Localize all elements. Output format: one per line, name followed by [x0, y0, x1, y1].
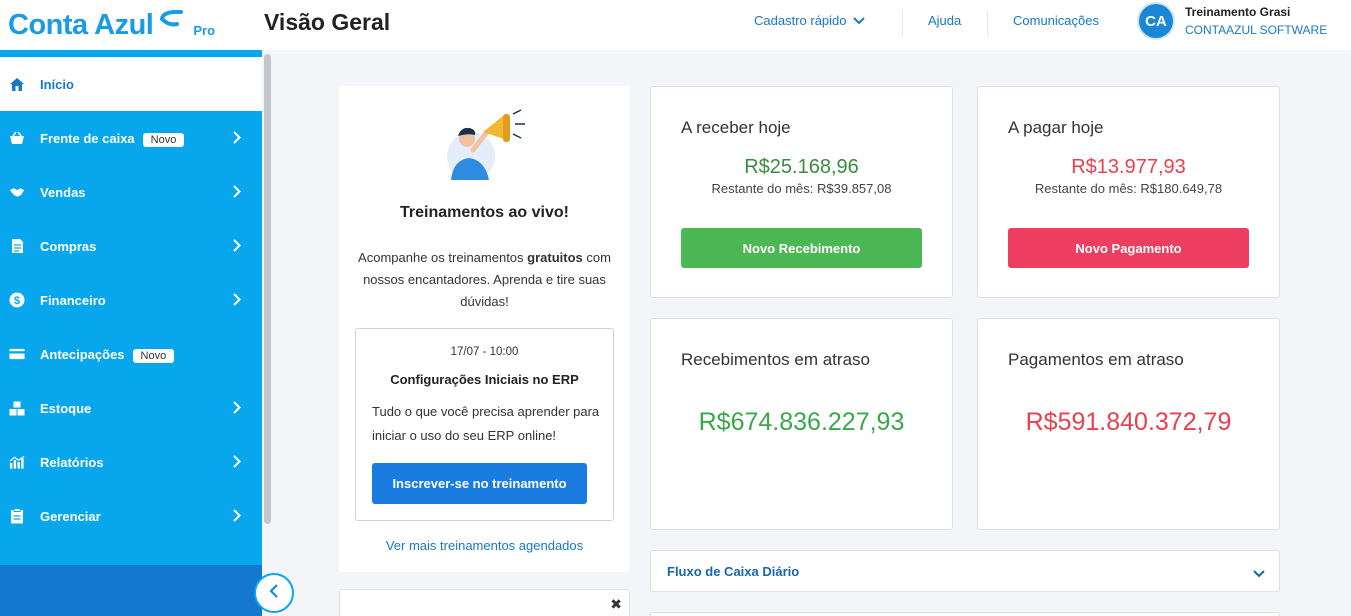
chevron-right-icon — [233, 131, 241, 147]
handshake-icon — [9, 184, 25, 200]
document-icon — [9, 238, 25, 254]
sidebar-item-label: Gerenciar — [40, 508, 101, 524]
sidebar-item-financeiro[interactable]: $ Financeiro — [0, 273, 262, 327]
new-badge: Novo — [132, 348, 175, 363]
subscribe-training-button[interactable]: Inscrever-se no treinamento — [372, 463, 587, 504]
late-payments-card[interactable]: Pagamentos em atraso R$591.840.372,79 — [977, 318, 1280, 530]
event-description: Tudo o que você precisa aprender para in… — [372, 404, 600, 443]
sidebar-item-label: Vendas — [40, 184, 86, 200]
user-name[interactable]: Treinamento Grasi — [1185, 5, 1290, 19]
quick-register-label: Cadastro rápido — [754, 13, 847, 28]
chevron-left-icon — [269, 583, 279, 603]
quick-register-menu[interactable]: Cadastro rápido — [754, 13, 865, 28]
pay-today-amount: R$13.977,93 — [1071, 156, 1186, 178]
training-card: Treinamentos ao vivo! Acompanhe os trein… — [339, 86, 630, 572]
late-receipts-amount: R$674.836.227,93 — [698, 408, 905, 436]
page-title: Visão Geral — [264, 9, 391, 35]
more-trainings-link[interactable]: Ver mais treinamentos agendados — [339, 538, 630, 553]
sidebar-item-label: Relatórios — [40, 454, 104, 470]
sidebar-item-estoque[interactable]: Estoque — [0, 381, 262, 435]
training-event: 17/07 - 10:00 Configurações Iniciais no … — [355, 328, 614, 521]
megaphone-person-icon — [443, 104, 527, 185]
communications-link[interactable]: Comunicações — [1013, 13, 1099, 28]
top-header: Conta Azul Pro Visão Geral Cadastro rápi… — [0, 0, 1351, 50]
header-divider — [902, 10, 903, 36]
avatar[interactable]: CA — [1139, 4, 1173, 38]
sidebar-item-label: Financeiro — [40, 292, 106, 308]
new-badge: Novo — [142, 132, 185, 147]
receive-today-amount: R$25.168,96 — [744, 156, 859, 178]
training-title: Treinamentos ao vivo! — [400, 204, 569, 221]
event-date: 17/07 - 10:00 — [450, 346, 519, 358]
sidebar: Início Frente de caixa Novo Vendas Compra… — [0, 50, 262, 616]
svg-text:$: $ — [14, 295, 20, 307]
cashflow-panel[interactable]: Fluxo de Caixa Diário — [650, 550, 1280, 592]
brand-logo[interactable]: Conta Azul Pro — [8, 4, 215, 42]
sidebar-item-text: Antecipações — [40, 346, 125, 362]
chevron-right-icon — [233, 455, 241, 471]
sidebar-item-relatorios[interactable]: Relatórios — [0, 435, 262, 489]
sidebar-item-compras[interactable]: Compras — [0, 219, 262, 273]
sidebar-top-bar — [0, 50, 262, 57]
clipboard-icon — [9, 508, 25, 524]
late-receipts-card[interactable]: Recebimentos em atraso R$674.836.227,93 — [650, 318, 953, 530]
sidebar-item-label: Antecipações Novo — [40, 346, 175, 363]
receive-today-card: A receber hoje R$25.168,96 Restante do m… — [650, 86, 953, 298]
brand-mark-icon — [159, 9, 184, 33]
chevron-right-icon — [233, 509, 241, 525]
event-title: Configurações Iniciais no ERP — [390, 372, 579, 387]
sidebar-item-antecipacoes[interactable]: Antecipações Novo — [0, 327, 262, 381]
cashflow-title: Fluxo de Caixa Diário — [667, 564, 800, 579]
chevron-right-icon — [233, 401, 241, 417]
chevron-right-icon — [233, 185, 241, 201]
late-receipts-title: Recebimentos em atraso — [681, 350, 870, 369]
late-payments-title: Pagamentos em atraso — [1008, 350, 1184, 369]
chevron-right-icon — [233, 293, 241, 309]
chevron-right-icon — [233, 239, 241, 255]
collapse-sidebar-button[interactable] — [254, 573, 294, 613]
sidebar-item-inicio[interactable]: Início — [0, 57, 262, 111]
chevron-down-icon — [852, 13, 865, 28]
pay-today-card: A pagar hoje R$13.977,93 Restante do mês… — [977, 86, 1280, 298]
training-description-bold: gratuitos — [527, 250, 583, 265]
sidebar-footer — [0, 565, 262, 616]
next-panel — [650, 612, 1280, 616]
sidebar-item-text: Frente de caixa — [40, 130, 135, 146]
pay-month-remaining: Restante do mês: R$180.649,78 — [1034, 181, 1223, 196]
home-icon — [9, 76, 25, 92]
new-payment-button[interactable]: Novo Pagamento — [1008, 228, 1249, 268]
user-company[interactable]: CONTAAZUL SOFTWARE — [1185, 23, 1327, 37]
help-link[interactable]: Ajuda — [928, 13, 961, 28]
sidebar-item-label: Estoque — [40, 400, 92, 416]
header-divider — [987, 10, 988, 36]
sidebar-item-label: Frente de caixa Novo — [40, 130, 185, 147]
boxes-icon — [9, 400, 25, 416]
new-receipt-button[interactable]: Novo Recebimento — [681, 228, 922, 268]
close-icon[interactable]: ✖ — [610, 596, 622, 613]
training-description-start: Acompanhe os treinamentos — [358, 250, 528, 265]
sidebar-item-frente-de-caixa[interactable]: Frente de caixa Novo — [0, 111, 262, 165]
sidebar-item-label: Início — [40, 76, 74, 92]
chevron-down-icon — [1253, 565, 1265, 583]
training-description: Acompanhe os treinamentos gratuitos com … — [353, 247, 616, 313]
sidebar-scrollbar[interactable] — [264, 54, 271, 524]
receive-month-remaining: Restante do mês: R$39.857,08 — [711, 181, 892, 196]
sidebar-item-vendas[interactable]: Vendas — [0, 165, 262, 219]
pay-today-title: A pagar hoje — [1008, 118, 1104, 137]
brand-name: Conta Azul — [8, 9, 154, 41]
brand-tier: Pro — [193, 23, 216, 38]
late-payments-amount: R$591.840.372,79 — [1025, 408, 1232, 436]
dollar-icon: $ — [9, 292, 25, 308]
card-icon — [9, 346, 25, 362]
sidebar-item-gerenciar[interactable]: Gerenciar — [0, 489, 262, 543]
sidebar-item-label: Compras — [40, 238, 97, 254]
basket-icon — [9, 130, 25, 146]
notice-card: ✖ — [339, 589, 630, 616]
chart-icon — [9, 454, 25, 470]
receive-today-title: A receber hoje — [681, 118, 791, 137]
